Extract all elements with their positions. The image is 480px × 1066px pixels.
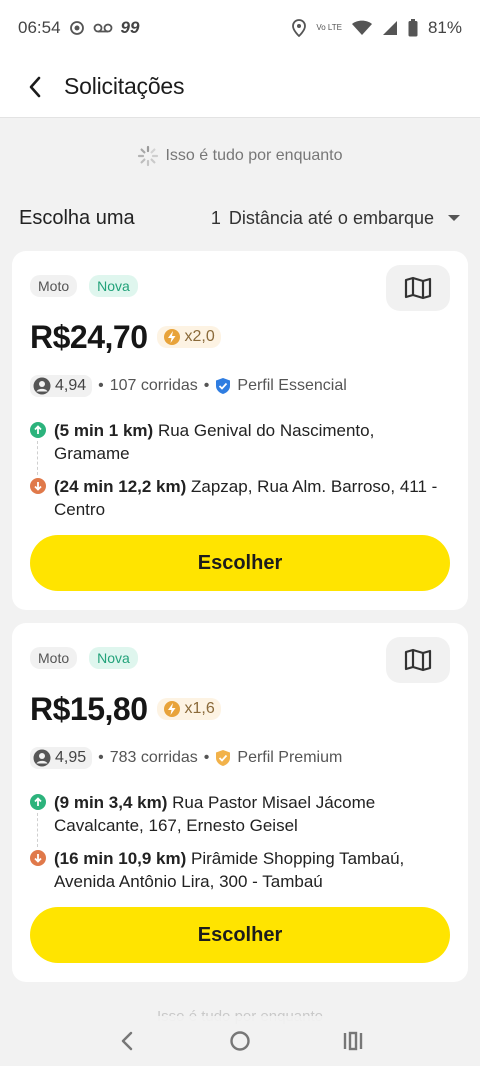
- card-header: Moto Nova: [30, 623, 450, 683]
- sort-option: Distância até o embarque: [228, 207, 434, 228]
- profile-label: Perfil Premium: [237, 749, 343, 766]
- dropoff-stop: (16 min 10,9 km) Pirâmide Shopping Tamba…: [30, 847, 450, 893]
- dropoff-text: (24 min 12,2 km) Zapzap, Rua Alm. Barros…: [54, 475, 450, 521]
- map-button[interactable]: [386, 637, 450, 683]
- dropoff-arrow-icon: [30, 478, 46, 494]
- route: (9 min 3,4 km) Rua Pastor Misael Jácome …: [30, 791, 450, 893]
- app-bar: Solicitações: [0, 56, 480, 118]
- dropoff-eta: (16 min 10,9 km): [54, 849, 187, 868]
- request-card: Moto Nova R$24,70 x2,0 4,94 • 107 corrid…: [12, 251, 468, 610]
- map-icon: [404, 276, 432, 300]
- dropoff-arrow-icon: [30, 850, 46, 866]
- sort-row: Escolha uma 1 Distância até o embarque: [0, 200, 480, 236]
- sort-dropdown[interactable]: 1 Distância até o embarque: [211, 208, 460, 229]
- nav-home-icon: [230, 1031, 250, 1051]
- focus-mode-icon: [69, 20, 85, 36]
- wifi-icon: [351, 20, 372, 36]
- battery-icon: [408, 19, 418, 37]
- status-time: 06:54: [18, 18, 61, 37]
- pickup-text: (5 min 1 km) Rua Genival do Nascimento, …: [54, 419, 450, 465]
- route-connector: [37, 813, 38, 847]
- dynamic-multiplier: x2,0: [157, 326, 221, 348]
- pickup-arrow-icon: [30, 794, 46, 810]
- choose-button[interactable]: Escolher: [30, 907, 450, 963]
- rating: 4,95: [30, 747, 93, 769]
- price: R$24,70: [30, 318, 148, 355]
- pickup-eta: (9 min 3,4 km): [54, 793, 168, 812]
- passenger-stats: 4,95 • 783 corridas • Perfil Premium: [30, 745, 450, 771]
- rating-value: 4,94: [55, 377, 87, 394]
- back-button[interactable]: [22, 74, 48, 100]
- new-badge: Nova: [89, 275, 138, 297]
- rides-count: 107 corridas: [109, 377, 198, 394]
- volte-icon: Vo LTE: [316, 23, 342, 32]
- status-bar: 06:54 99 Vo LTE 81%: [0, 0, 480, 56]
- new-badge: Nova: [89, 647, 138, 669]
- lightning-icon: [164, 701, 181, 717]
- page-title: Solicitações: [64, 73, 185, 99]
- map-icon: [404, 648, 432, 672]
- spinner-icon: [138, 145, 159, 167]
- choose-button[interactable]: Escolher: [30, 535, 450, 591]
- price-row: R$24,70 x2,0: [30, 317, 450, 357]
- price-row: R$15,80 x1,6: [30, 689, 450, 729]
- rating-value: 4,95: [55, 749, 87, 766]
- lightning-icon: [164, 329, 181, 345]
- dropoff-stop: (24 min 12,2 km) Zapzap, Rua Alm. Barros…: [30, 475, 450, 521]
- caret-down-icon: [448, 215, 460, 221]
- status-left: 06:54 99: [18, 18, 139, 38]
- app-notification-badge: 99: [120, 18, 140, 37]
- loading-text: Isso é tudo por enquanto: [165, 147, 343, 164]
- dropoff-eta: (24 min 12,2 km): [54, 477, 187, 496]
- dropoff-text: (16 min 10,9 km) Pirâmide Shopping Tamba…: [54, 847, 450, 893]
- signal-icon: [382, 20, 398, 36]
- card-header: Moto Nova: [30, 251, 450, 311]
- separator: •: [203, 377, 210, 394]
- profile-label: Perfil Essencial: [237, 377, 347, 394]
- user-icon: [33, 749, 51, 767]
- vehicle-type-chip: Moto: [30, 647, 78, 669]
- pickup-arrow-icon: [30, 422, 46, 438]
- nav-back-icon: [121, 1031, 132, 1051]
- nav-home-button[interactable]: [220, 1021, 260, 1061]
- separator: •: [98, 377, 104, 394]
- system-nav-bar: [0, 1016, 480, 1066]
- multiplier-value: x2,0: [184, 328, 215, 345]
- battery-percent: 81%: [427, 18, 462, 37]
- rating: 4,94: [30, 375, 93, 397]
- separator: •: [98, 749, 104, 766]
- rides-count: 783 corridas: [109, 749, 198, 766]
- location-icon: [292, 19, 307, 37]
- status-right: Vo LTE 81%: [292, 18, 462, 38]
- vehicle-type-chip: Moto: [30, 275, 78, 297]
- shield-check-icon: [216, 378, 231, 394]
- price: R$15,80: [30, 690, 148, 727]
- multiplier-value: x1,6: [184, 700, 215, 717]
- voicemail-icon: [93, 22, 113, 34]
- user-icon: [33, 377, 51, 395]
- sort-label: Escolha uma: [19, 206, 135, 229]
- map-button[interactable]: [386, 265, 450, 311]
- nav-back-button[interactable]: [107, 1021, 147, 1061]
- pickup-eta: (5 min 1 km): [54, 421, 154, 440]
- separator: •: [203, 749, 210, 766]
- request-card: Moto Nova R$15,80 x1,6 4,95 • 783 corrid…: [12, 623, 468, 982]
- shield-check-icon: [216, 750, 231, 766]
- nav-recents-button[interactable]: [333, 1021, 373, 1061]
- route-connector: [37, 441, 38, 475]
- dynamic-multiplier: x1,6: [157, 698, 221, 720]
- passenger-stats: 4,94 • 107 corridas • Perfil Essencial: [30, 373, 450, 399]
- pickup-stop: (9 min 3,4 km) Rua Pastor Misael Jácome …: [30, 791, 450, 837]
- loading-status: Isso é tudo por enquanto: [0, 145, 480, 167]
- pickup-text: (9 min 3,4 km) Rua Pastor Misael Jácome …: [54, 791, 450, 837]
- nav-recents-icon: [344, 1031, 363, 1051]
- sort-count: 1: [210, 207, 221, 228]
- pickup-stop: (5 min 1 km) Rua Genival do Nascimento, …: [30, 419, 450, 465]
- back-arrow-icon: [29, 76, 41, 97]
- route: (5 min 1 km) Rua Genival do Nascimento, …: [30, 419, 450, 521]
